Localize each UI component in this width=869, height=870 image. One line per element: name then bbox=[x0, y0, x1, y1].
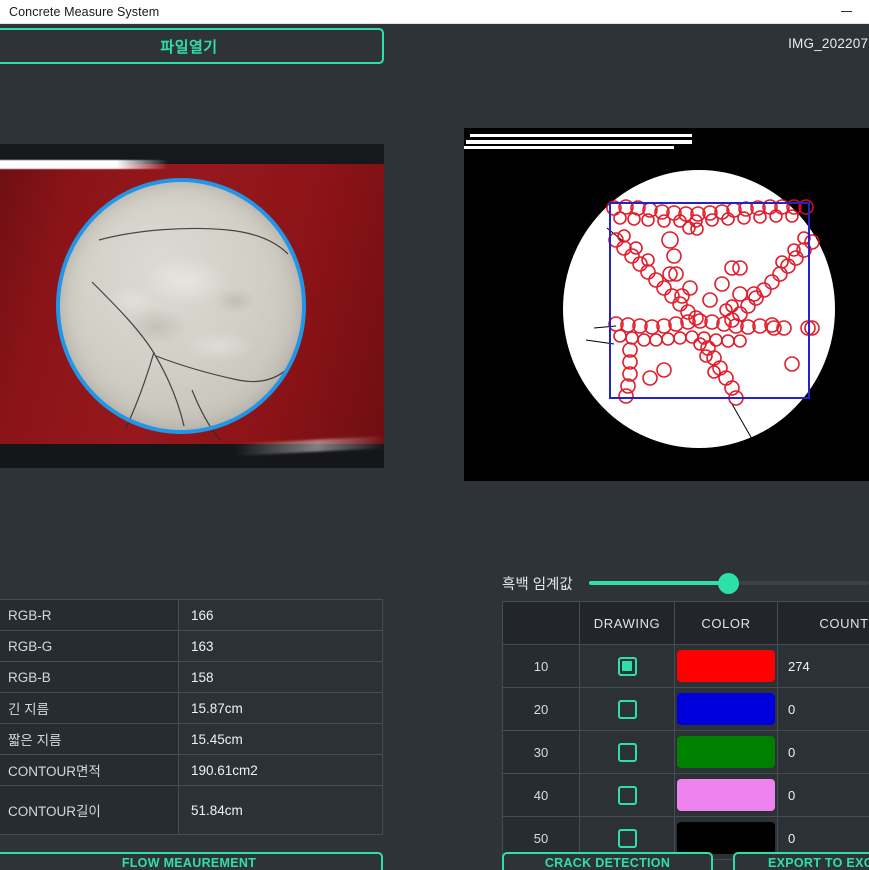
threshold-slider-row: 흑백 임계값 bbox=[502, 568, 869, 598]
crack-detection-button[interactable]: CRACK DETECTION bbox=[502, 852, 713, 870]
threshold-slider[interactable] bbox=[588, 572, 869, 594]
minimize-icon bbox=[841, 11, 852, 12]
workspace: 파일열기 IMG_20220718_1 bbox=[0, 24, 869, 870]
crack-row-color-cell[interactable] bbox=[674, 773, 778, 817]
drawing-checkbox[interactable] bbox=[617, 656, 637, 676]
crack-row-index: 30 bbox=[502, 730, 580, 774]
drawing-checkbox[interactable] bbox=[617, 742, 637, 762]
crack-row-count: 0 bbox=[777, 687, 869, 731]
crack-row-color-cell[interactable] bbox=[674, 644, 778, 688]
info-row-value: 15.87cm bbox=[178, 692, 383, 724]
column-header-color: COLOR bbox=[674, 601, 778, 645]
info-row-value: 190.61cm2 bbox=[178, 754, 383, 786]
info-row-label: CONTOUR길이 bbox=[0, 785, 179, 835]
crack-row-count: 0 bbox=[777, 730, 869, 774]
color-swatch[interactable] bbox=[677, 779, 775, 811]
window-titlebar: Concrete Measure System bbox=[0, 0, 869, 24]
crack-table-head: DRAWING COLOR COUNT bbox=[502, 601, 869, 645]
window-controls bbox=[824, 0, 869, 24]
measurement-info-table: RGB-R 166 RGB-G 163 RGB-B 158 긴 지름 15.87cm 짧은 지름… bbox=[0, 599, 383, 835]
application-window: Concrete Measure System 파일열기 IMG_2022071… bbox=[0, 0, 869, 870]
top-toolbar: 파일열기 IMG_20220718_1 bbox=[0, 28, 869, 68]
drawing-checkbox[interactable] bbox=[617, 785, 637, 805]
info-row-value: 51.84cm bbox=[178, 785, 383, 835]
table-row: 20 0 bbox=[502, 687, 869, 731]
info-row-label: 짧은 지름 bbox=[0, 723, 179, 755]
crack-row-count: 0 bbox=[777, 773, 869, 817]
info-row-label: RGB-R bbox=[0, 599, 179, 631]
color-swatch[interactable] bbox=[677, 693, 775, 725]
slump-flow-photo-panel[interactable] bbox=[0, 144, 384, 481]
table-row: RGB-B 158 bbox=[0, 661, 383, 693]
crack-row-index: 20 bbox=[502, 687, 580, 731]
column-header-count: COUNT bbox=[777, 601, 869, 645]
crack-row-index: 10 bbox=[502, 644, 580, 688]
crack-row-drawing-cell[interactable] bbox=[579, 687, 675, 731]
info-row-label: 긴 지름 bbox=[0, 692, 179, 724]
crack-table-body: 10 274 20 0 30 0 40 0 50 0 bbox=[502, 644, 869, 860]
crack-row-drawing-cell[interactable] bbox=[579, 644, 675, 688]
crack-row-count: 274 bbox=[777, 644, 869, 688]
info-row-label: CONTOUR면적 bbox=[0, 754, 179, 786]
table-row: 10 274 bbox=[502, 644, 869, 688]
drawing-checkbox[interactable] bbox=[617, 828, 637, 848]
crack-row-color-cell[interactable] bbox=[674, 730, 778, 774]
table-row: 짧은 지름 15.45cm bbox=[0, 723, 383, 755]
crack-row-drawing-cell[interactable] bbox=[579, 773, 675, 817]
column-header-index bbox=[502, 601, 580, 645]
info-row-value: 158 bbox=[178, 661, 383, 693]
crack-row-index: 40 bbox=[502, 773, 580, 817]
slider-thumb[interactable] bbox=[717, 572, 739, 594]
crack-table-header-row: DRAWING COLOR COUNT bbox=[502, 601, 869, 645]
table-row: 30 0 bbox=[502, 730, 869, 774]
info-row-label: RGB-G bbox=[0, 630, 179, 662]
info-row-value: 163 bbox=[178, 630, 383, 662]
minimize-button[interactable] bbox=[824, 0, 869, 24]
slider-fill bbox=[588, 581, 729, 585]
crack-row-drawing-cell[interactable] bbox=[579, 730, 675, 774]
measurement-info-body: RGB-R 166 RGB-G 163 RGB-B 158 긴 지름 15.87cm 짧은 지름… bbox=[0, 599, 383, 835]
color-swatch[interactable] bbox=[677, 650, 775, 682]
export-to-excel-button[interactable]: EXPORT TO EXC bbox=[733, 852, 869, 870]
window-title: Concrete Measure System bbox=[9, 4, 160, 19]
drawing-checkbox[interactable] bbox=[617, 699, 637, 719]
color-swatch[interactable] bbox=[677, 736, 775, 768]
table-row: RGB-G 163 bbox=[0, 630, 383, 662]
threshold-slider-label: 흑백 임계값 bbox=[502, 576, 573, 593]
column-header-drawing: DRAWING bbox=[579, 601, 675, 645]
table-row: CONTOUR길이 51.84cm bbox=[0, 785, 383, 835]
open-file-button[interactable]: 파일열기 bbox=[0, 28, 384, 64]
color-swatch[interactable] bbox=[677, 822, 775, 854]
flow-measurement-button[interactable]: FLOW MEAUREMENT bbox=[0, 852, 383, 870]
current-filename-label: IMG_20220718_1 bbox=[788, 36, 869, 51]
crack-detection-table: DRAWING COLOR COUNT 10 274 20 0 30 0 40 0 50 0 bbox=[502, 601, 869, 860]
info-row-value: 15.45cm bbox=[178, 723, 383, 755]
detection-bounding-box bbox=[609, 202, 810, 399]
table-row: RGB-R 166 bbox=[0, 599, 383, 631]
disc-contour-overlay bbox=[56, 178, 306, 434]
table-row: 긴 지름 15.87cm bbox=[0, 692, 383, 724]
table-row: 40 0 bbox=[502, 773, 869, 817]
table-row: CONTOUR면적 190.61cm2 bbox=[0, 754, 383, 786]
info-row-value: 166 bbox=[178, 599, 383, 631]
crack-detection-panel[interactable] bbox=[464, 128, 869, 481]
info-row-label: RGB-B bbox=[0, 661, 179, 693]
crack-row-color-cell[interactable] bbox=[674, 687, 778, 731]
